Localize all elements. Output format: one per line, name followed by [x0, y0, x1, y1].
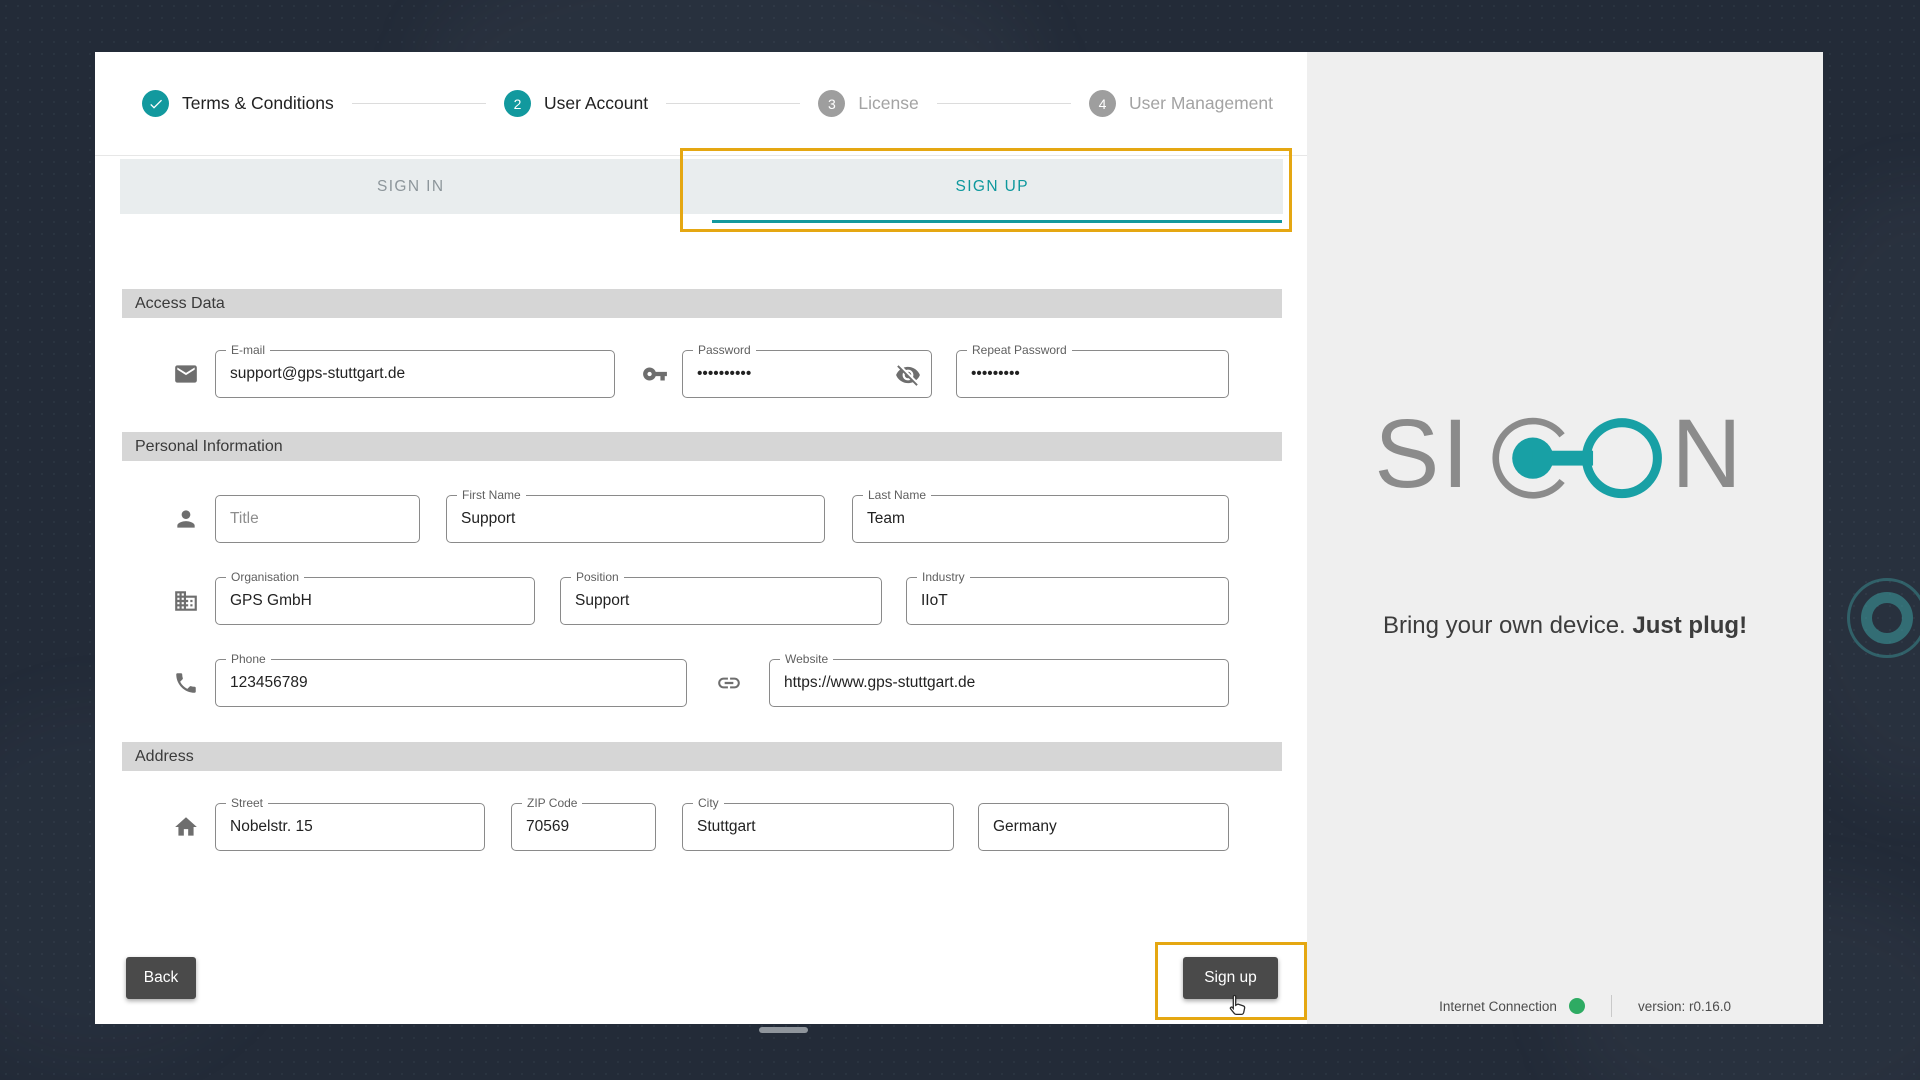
step-terms-conditions[interactable]: Terms & Conditions — [142, 90, 334, 117]
field-label: Industry — [917, 570, 970, 585]
building-icon — [173, 588, 199, 614]
password-field: Password — [682, 350, 932, 398]
sicon-logo: SI N — [1307, 407, 1823, 506]
zip-code-field: ZIP Code — [511, 803, 656, 851]
status-divider — [1611, 995, 1612, 1017]
section-header-address: Address — [122, 742, 1282, 771]
field-label: Organisation — [226, 570, 304, 585]
city-field: City — [682, 803, 954, 851]
last-name-field: Last Name — [852, 495, 1229, 543]
status-bar: Internet Connection version: r0.16.0 — [1307, 988, 1823, 1024]
home-icon — [173, 814, 199, 840]
logo-text-right: N — [1671, 407, 1741, 506]
email-icon — [173, 361, 199, 387]
link-icon — [716, 670, 742, 696]
field-label: Street — [226, 796, 268, 811]
email-field: E-mail — [215, 350, 615, 398]
field-label: Position — [571, 570, 624, 585]
field-label: Phone — [226, 652, 271, 667]
version-label: version: r0.16.0 — [1638, 999, 1731, 1014]
back-button[interactable]: Back — [126, 957, 196, 999]
step-label: User Management — [1129, 93, 1273, 114]
country-input[interactable] — [979, 804, 1228, 850]
stepper-connector — [352, 103, 486, 104]
field-label: Password — [693, 343, 756, 358]
website-field: Website — [769, 659, 1229, 707]
tagline-bold: Just plug! — [1632, 612, 1747, 639]
field-label: E-mail — [226, 343, 270, 358]
title-input[interactable] — [216, 496, 419, 542]
phone-field: Phone — [215, 659, 687, 707]
person-icon — [173, 506, 199, 532]
step-number-badge: 4 — [1089, 90, 1116, 117]
cursor-icon — [1226, 994, 1250, 1020]
highlight-box-sign-up-tab — [680, 148, 1292, 232]
step-license[interactable]: 3 License — [818, 90, 918, 117]
section-header-personal-information: Personal Information — [122, 432, 1282, 461]
tagline-regular: Bring your own device. — [1383, 612, 1626, 639]
phone-icon — [173, 670, 199, 696]
street-field: Street — [215, 803, 485, 851]
step-number-badge: 3 — [818, 90, 845, 117]
target-ring-decoration — [1847, 578, 1920, 658]
phone-input[interactable] — [216, 660, 686, 706]
connection-label: Internet Connection — [1439, 999, 1557, 1014]
tagline: Bring your own device. Just plug! — [1307, 612, 1823, 640]
field-label: Repeat Password — [967, 343, 1072, 358]
step-label: User Account — [544, 93, 648, 114]
repeat-password-field: Repeat Password — [956, 350, 1229, 398]
visibility-off-icon[interactable] — [895, 362, 921, 388]
country-field — [978, 803, 1229, 851]
key-icon — [642, 361, 668, 387]
stepper-connector — [666, 103, 800, 104]
position-field: Position — [560, 577, 882, 625]
stepper-connector — [937, 103, 1071, 104]
email-input[interactable] — [216, 351, 614, 397]
logo-text-left: SI — [1374, 407, 1471, 506]
step-user-account[interactable]: 2 User Account — [504, 90, 648, 117]
field-label: ZIP Code — [522, 796, 582, 811]
check-icon — [142, 90, 169, 117]
connection-status-dot — [1569, 998, 1585, 1014]
step-label: License — [858, 93, 918, 114]
field-label: Last Name — [863, 488, 931, 503]
step-number-badge: 2 — [504, 90, 531, 117]
section-header-access-data: Access Data — [122, 289, 1282, 318]
field-label: Website — [780, 652, 833, 667]
organisation-field: Organisation — [215, 577, 535, 625]
field-label: First Name — [457, 488, 526, 503]
step-user-management[interactable]: 4 User Management — [1089, 90, 1273, 117]
tab-sign-in[interactable]: SIGN IN — [120, 159, 702, 214]
website-input[interactable] — [770, 660, 1228, 706]
step-label: Terms & Conditions — [182, 93, 334, 114]
logo-letter-o — [1586, 423, 1657, 494]
industry-field: Industry — [906, 577, 1229, 625]
horizontal-scrollbar-thumb[interactable] — [759, 1027, 808, 1033]
branding-panel: SI N Bring your own device. Just plug! I… — [1307, 52, 1823, 1024]
first-name-field: First Name — [446, 495, 825, 543]
wizard-stepper: Terms & Conditions 2 User Account 3 Lice… — [95, 52, 1307, 156]
field-label: City — [693, 796, 724, 811]
title-field — [215, 495, 420, 543]
